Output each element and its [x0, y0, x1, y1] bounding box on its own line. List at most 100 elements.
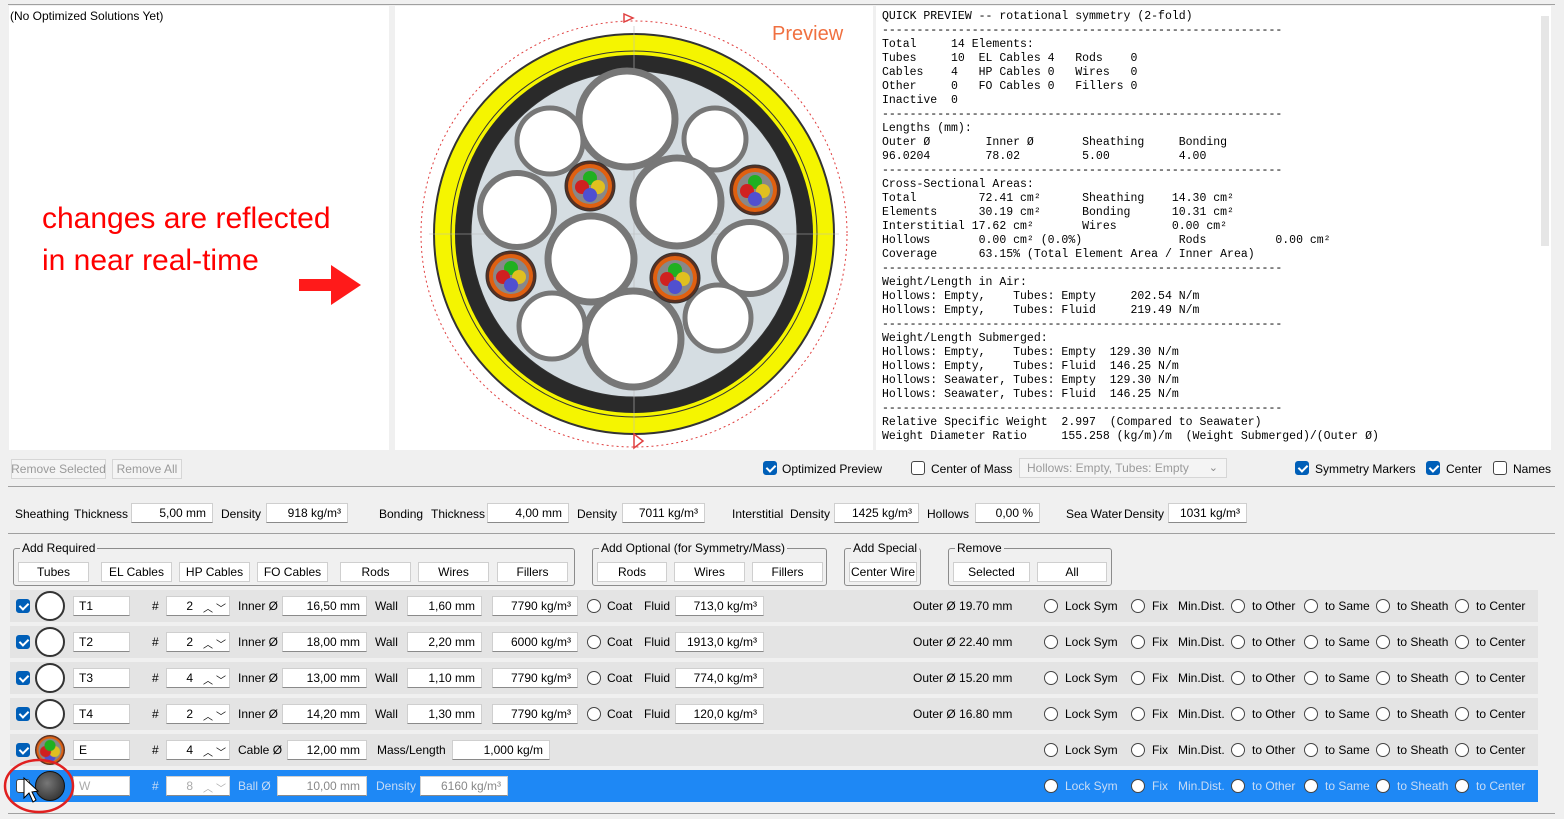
coat-radio[interactable] — [587, 635, 601, 649]
active-checkbox[interactable] — [16, 707, 30, 721]
add-fillers-button[interactable]: Fillers — [497, 562, 568, 582]
add-el-cables-button[interactable]: EL Cables — [101, 562, 172, 582]
tube-density-input[interactable]: 7790 kg/m³ — [492, 668, 578, 688]
inner-diameter-input[interactable]: 14,20 mm — [282, 704, 367, 724]
quick-preview-panel[interactable]: QUICK PREVIEW -- rotational symmetry (2-… — [876, 6, 1551, 450]
chevron-up-icon[interactable]: ︿ — [203, 600, 213, 615]
fluid-density-input[interactable]: 774,0 kg/m³ — [675, 668, 764, 688]
to-center-radio[interactable] — [1455, 671, 1469, 685]
tube-density-input[interactable]: 7790 kg/m³ — [492, 704, 578, 724]
to-sheath-radio[interactable] — [1376, 743, 1390, 757]
sheathing-thickness-input[interactable]: 5,00 mm — [131, 503, 213, 523]
fix-radio[interactable] — [1131, 635, 1145, 649]
to-center-radio[interactable] — [1455, 635, 1469, 649]
chevron-down-icon[interactable]: ﹀ — [216, 780, 226, 795]
chevron-up-icon[interactable]: ︿ — [203, 672, 213, 687]
element-row-t4[interactable]: T4 #2 ︿ ﹀ Inner Ø 14,20 mm Wall 1,30 mm 7790 kg/… — [10, 698, 1538, 730]
element-name-input[interactable]: T1 — [73, 596, 130, 616]
fix-radio[interactable] — [1131, 671, 1145, 685]
chevron-down-icon[interactable]: ﹀ — [216, 744, 226, 759]
remove-all-group-button[interactable]: All — [1037, 562, 1107, 582]
bonding-density-input[interactable]: 7011 kg/m³ — [622, 503, 705, 523]
quick-preview-scrollbar[interactable] — [1541, 16, 1549, 246]
inner-diameter-input[interactable]: 16,50 mm — [282, 596, 367, 616]
sheathing-density-input[interactable]: 918 kg/m³ — [266, 503, 348, 523]
add-rods-button[interactable]: Rods — [340, 562, 411, 582]
add-tubes-button[interactable]: Tubes — [18, 562, 89, 582]
mass-case-dropdown[interactable]: Hollows: Empty, Tubes: Empty ⌄ — [1019, 458, 1227, 478]
remove-selected-button[interactable]: Remove Selected — [11, 459, 106, 479]
to-same-radio[interactable] — [1304, 671, 1318, 685]
element-name-input[interactable]: T4 — [73, 704, 130, 724]
inner-diameter-input[interactable]: 13,00 mm — [282, 668, 367, 688]
fix-radio[interactable] — [1131, 599, 1145, 613]
to-sheath-radio[interactable] — [1376, 635, 1390, 649]
lock-sym-radio[interactable] — [1044, 599, 1058, 613]
mass-length-input[interactable]: 1,000 kg/m — [452, 740, 550, 760]
lock-sym-radio[interactable] — [1044, 779, 1058, 793]
to-sheath-radio[interactable] — [1376, 779, 1390, 793]
fluid-density-input[interactable]: 1913,0 kg/m³ — [675, 632, 764, 652]
to-same-radio[interactable] — [1304, 707, 1318, 721]
active-checkbox[interactable] — [16, 743, 30, 757]
lock-sym-radio[interactable] — [1044, 671, 1058, 685]
to-same-radio[interactable] — [1304, 599, 1318, 613]
count-spinner[interactable]: 8 ︿ ﹀ — [166, 776, 230, 796]
to-same-radio[interactable] — [1304, 743, 1318, 757]
hollows-input[interactable]: 0,00 % — [975, 503, 1040, 523]
optimized-preview-checkbox[interactable] — [763, 461, 777, 475]
preview-panel[interactable]: Preview — [395, 6, 873, 450]
ball-diameter-input[interactable]: 10,00 mm — [277, 776, 367, 796]
lock-sym-radio[interactable] — [1044, 707, 1058, 721]
count-spinner[interactable]: 4 ︿ ﹀ — [166, 740, 230, 760]
fluid-density-input[interactable]: 120,0 kg/m³ — [675, 704, 764, 724]
to-other-radio[interactable] — [1231, 743, 1245, 757]
to-other-radio[interactable] — [1231, 635, 1245, 649]
chevron-up-icon[interactable]: ︿ — [203, 636, 213, 651]
active-checkbox[interactable] — [16, 599, 30, 613]
fix-radio[interactable] — [1131, 779, 1145, 793]
center-of-mass-checkbox[interactable] — [911, 461, 925, 475]
wall-input[interactable]: 1,10 mm — [407, 668, 482, 688]
wire-density-input[interactable]: 6160 kg/m³ — [420, 776, 508, 796]
sea-water-density-input[interactable]: 1031 kg/m³ — [1168, 503, 1247, 523]
chevron-down-icon[interactable]: ﹀ — [216, 636, 226, 651]
coat-radio[interactable] — [587, 707, 601, 721]
chevron-down-icon[interactable]: ﹀ — [216, 708, 226, 723]
to-sheath-radio[interactable] — [1376, 707, 1390, 721]
tube-density-input[interactable]: 7790 kg/m³ — [492, 596, 578, 616]
bonding-thickness-input[interactable]: 4,00 mm — [487, 503, 569, 523]
to-same-radio[interactable] — [1304, 779, 1318, 793]
coat-radio[interactable] — [587, 671, 601, 685]
remove-all-button[interactable]: Remove All — [112, 459, 182, 479]
tube-density-input[interactable]: 6000 kg/m³ — [492, 632, 578, 652]
center-checkbox[interactable] — [1426, 461, 1440, 475]
to-other-radio[interactable] — [1231, 707, 1245, 721]
count-spinner[interactable]: 4 ︿ ﹀ — [166, 668, 230, 688]
to-center-radio[interactable] — [1455, 779, 1469, 793]
count-spinner[interactable]: 2 ︿ ﹀ — [166, 704, 230, 724]
to-other-radio[interactable] — [1231, 599, 1245, 613]
add-optional-wires-button[interactable]: Wires — [674, 562, 745, 582]
chevron-down-icon[interactable]: ﹀ — [216, 672, 226, 687]
add-wires-button[interactable]: Wires — [418, 562, 489, 582]
element-row-t3[interactable]: T3 #4 ︿ ﹀ Inner Ø 13,00 mm Wall 1,10 mm 7790 kg/… — [10, 662, 1538, 694]
add-optional-fillers-button[interactable]: Fillers — [752, 562, 823, 582]
inner-diameter-input[interactable]: 18,00 mm — [282, 632, 367, 652]
solutions-panel[interactable]: (No Optimized Solutions Yet) changes are… — [9, 6, 389, 450]
names-checkbox[interactable] — [1493, 461, 1507, 475]
chevron-down-icon[interactable]: ﹀ — [216, 600, 226, 615]
element-row-w[interactable]: W #8 ︿ ﹀ Ball Ø 10,00 mm Density 6160 kg/m³ Lock… — [10, 770, 1538, 802]
add-center-wire-button[interactable]: Center Wire — [849, 562, 917, 582]
to-other-radio[interactable] — [1231, 671, 1245, 685]
fix-radio[interactable] — [1131, 743, 1145, 757]
to-center-radio[interactable] — [1455, 707, 1469, 721]
remove-selected-group-button[interactable]: Selected — [953, 562, 1030, 582]
wall-input[interactable]: 2,20 mm — [407, 632, 482, 652]
element-name-input[interactable]: T2 — [73, 632, 130, 652]
lock-sym-radio[interactable] — [1044, 743, 1058, 757]
add-hp-cables-button[interactable]: HP Cables — [179, 562, 250, 582]
to-center-radio[interactable] — [1455, 599, 1469, 613]
cable-diameter-input[interactable]: 12,00 mm — [287, 740, 367, 760]
element-row-e[interactable]: E #4 ︿ ﹀ Cable Ø 12,00 mm Mass/Length 1,000 kg/… — [10, 734, 1538, 766]
